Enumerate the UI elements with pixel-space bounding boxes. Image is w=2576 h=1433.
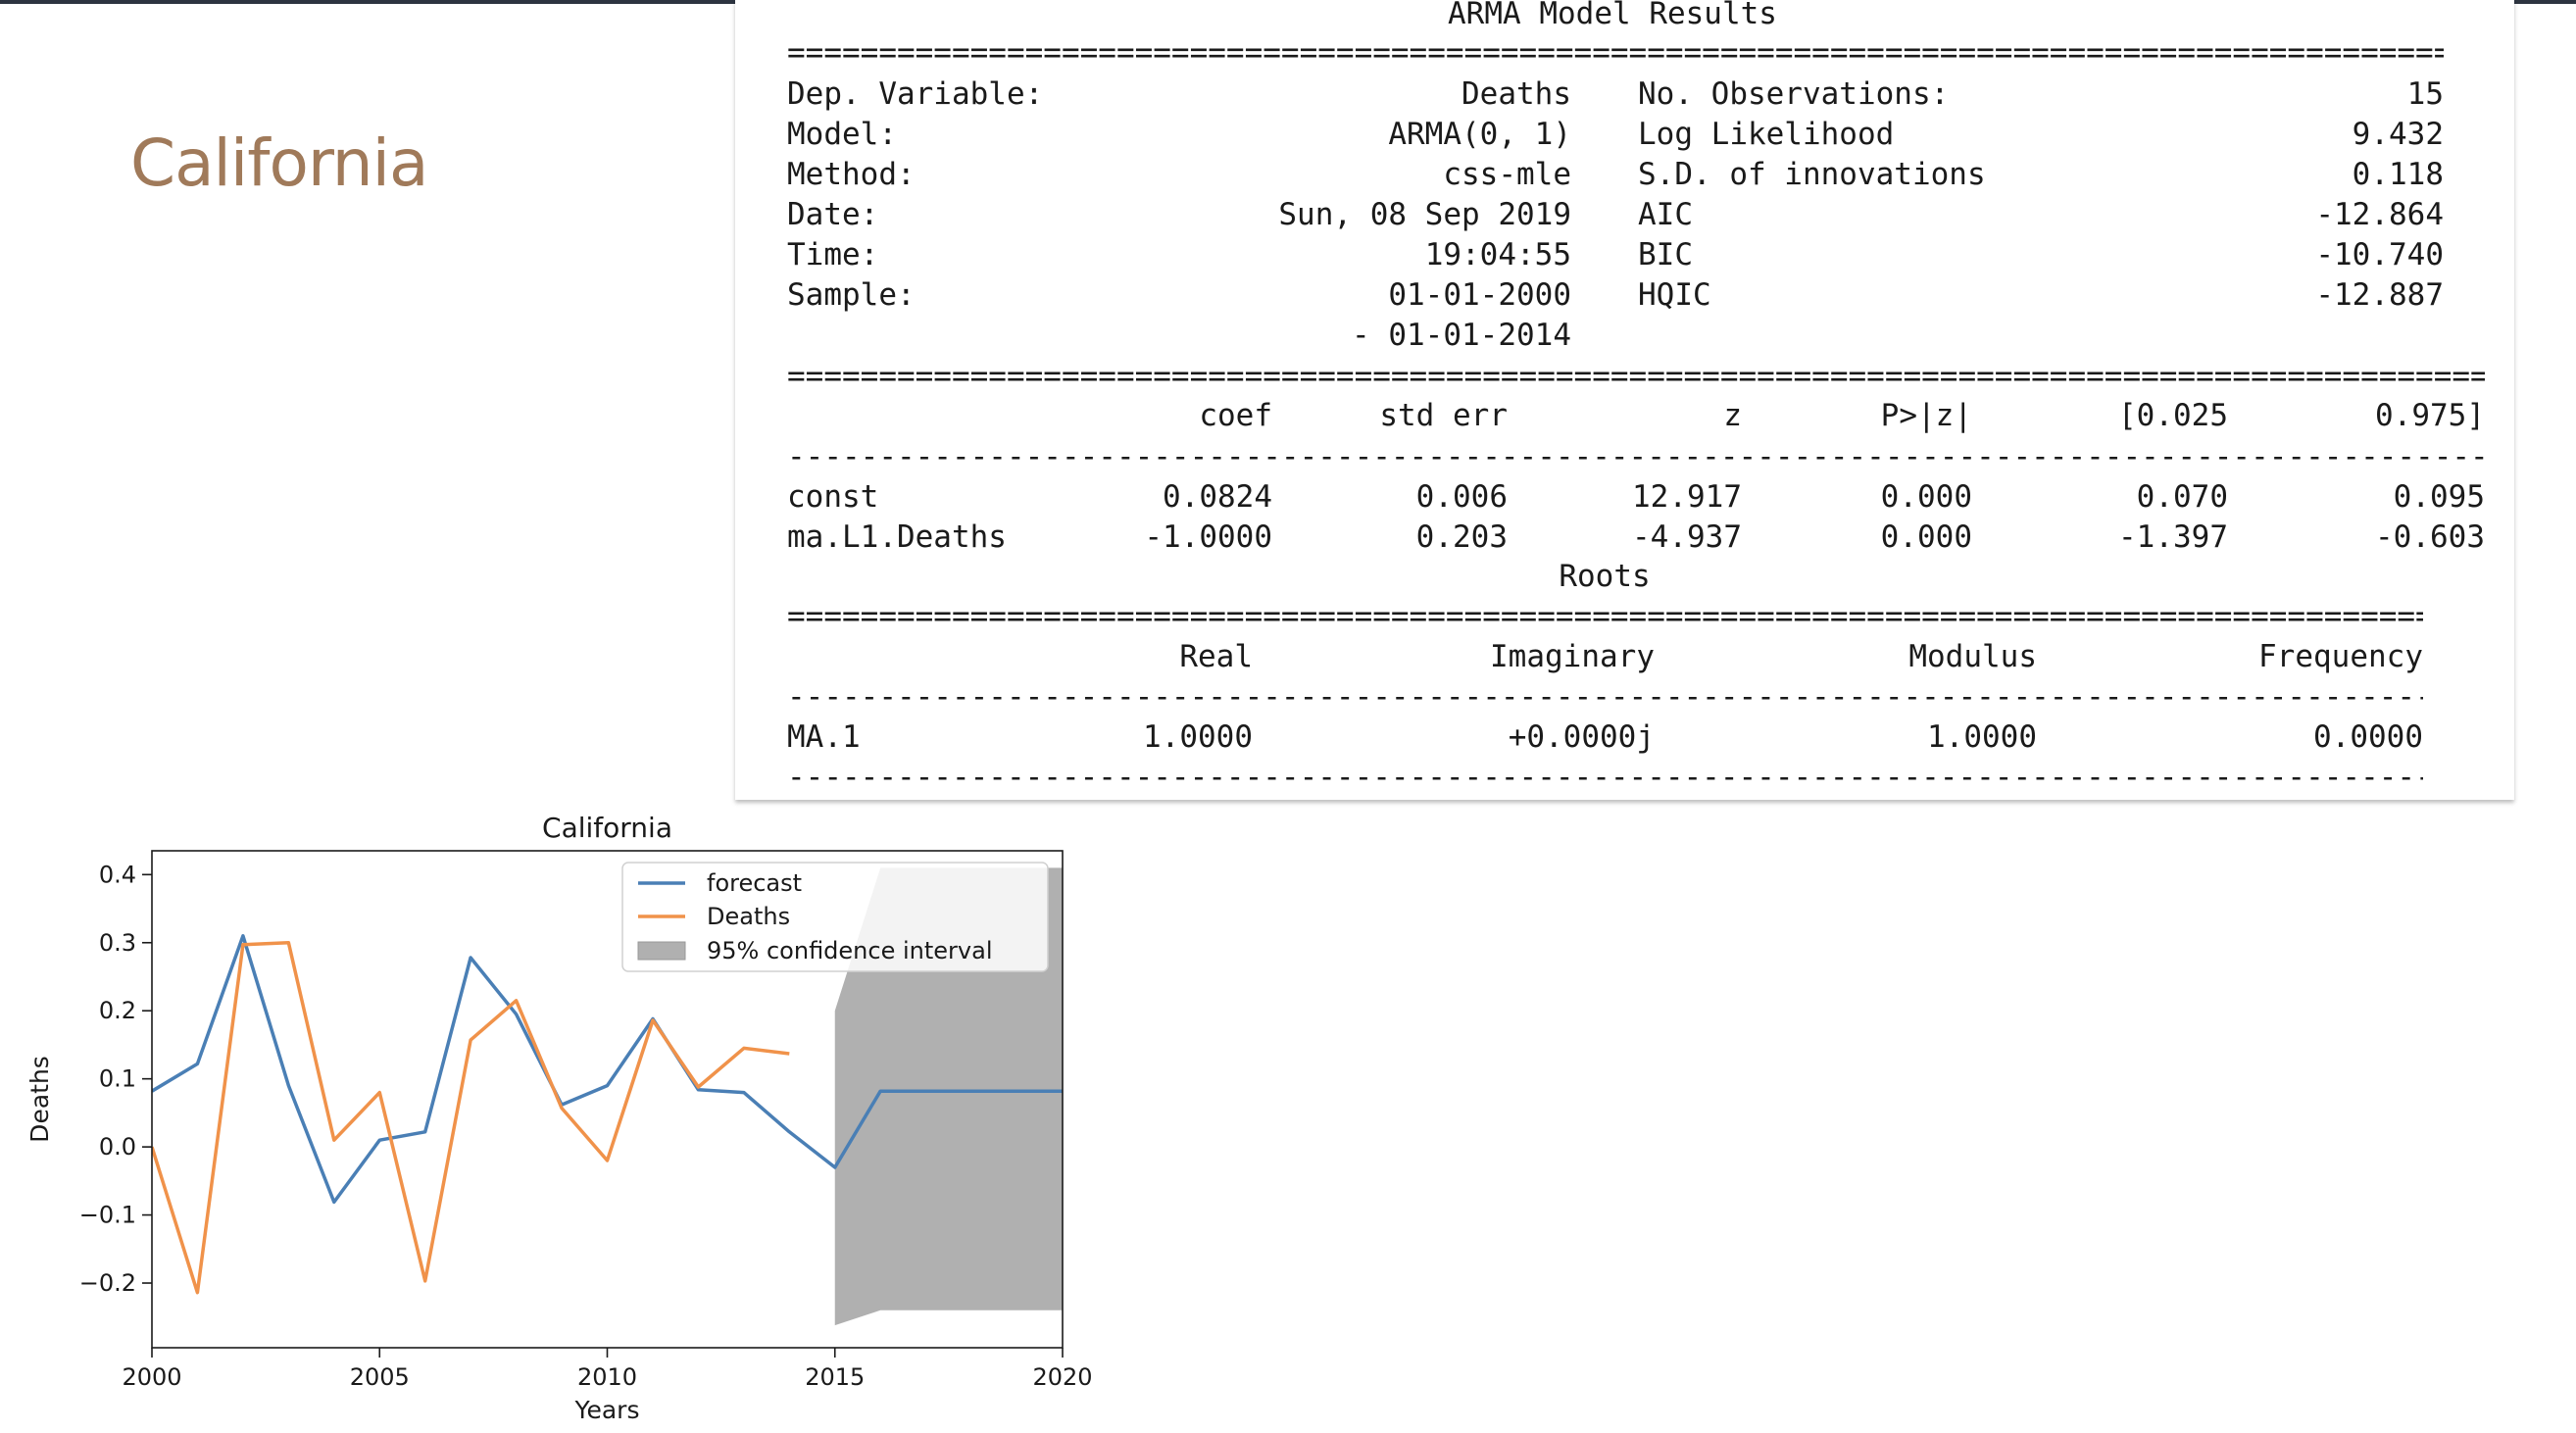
y-tick-label: 0.4 [99,861,136,888]
roots-cell: 1.0000 [1143,719,1253,755]
x-tick-label: 2010 [577,1363,637,1391]
y-tick-label: 0.3 [99,929,136,957]
coef-header: P>|z| [1880,398,1972,433]
info-label: Time: [787,237,879,272]
roots-header: Modulus [1908,639,2037,674]
coef-cell: -4.937 [1632,519,1742,555]
info-label: Dep. Variable: [787,76,1044,112]
info-label: Sample: [787,277,916,313]
legend-label: forecast [707,869,802,897]
rule-single: ----------------------------------------… [787,760,2423,795]
roots-cell: 0.0000 [2313,719,2423,755]
info-label: Date: [787,197,879,232]
info-label-2: S.D. of innovations [1638,157,1986,192]
y-tick-label: 0.2 [99,997,136,1024]
info-label-2: No. Observations: [1638,76,1950,112]
legend-label: 95% confidence interval [707,937,992,964]
chart-title: California [542,812,672,844]
legend-label: Deaths [707,903,790,930]
x-axis-label: Years [574,1396,640,1424]
forecast-chart: 0.4 0.3 0.2 0.1 0.0 −0.1 −0.2 2000 2005 2010 2015 2… [25,812,1093,1424]
coef-cell: 12.917 [1632,479,1742,515]
coef-row-name: const [787,479,879,515]
slide-title: California [130,125,428,201]
info-label-2: Log Likelihood [1638,117,1895,152]
info-label-2: BIC [1638,237,1693,272]
coef-header: coef [1199,398,1272,433]
info-value-2: -12.864 [2315,197,2444,232]
legend-swatch-confidence [637,941,686,961]
info-label-2: AIC [1638,197,1693,232]
coef-cell: 0.203 [1415,519,1508,555]
coef-cell: 0.0824 [1163,479,1272,515]
coef-cell: -0.603 [2375,519,2485,555]
x-tick-label: 2005 [350,1363,410,1391]
y-tick-label: −0.2 [79,1269,136,1297]
x-tick-label: 2000 [122,1363,181,1391]
info-label: Model: [787,117,897,152]
y-tick-label: −0.1 [79,1202,136,1229]
roots-cell: 1.0000 [1927,719,2037,755]
rule-double: ========================================… [787,599,2423,634]
coef-cell: -1.397 [2118,519,2228,555]
coef-cell: -1.0000 [1144,519,1272,555]
roots-header: Real [1179,639,1253,674]
roots-title: Roots [1559,559,1651,594]
info-value: Deaths [1461,76,1571,112]
rule-single: ----------------------------------------… [787,679,2423,715]
coef-header: std err [1379,398,1508,433]
info-value-2: 9.432 [2352,117,2444,152]
coef-cell: 0.000 [1880,479,1972,515]
info-value-2: -12.887 [2315,277,2444,313]
info-value: ARMA(0, 1) [1388,117,1571,152]
coef-header: z [1723,398,1742,433]
coef-cell: 0.095 [2393,479,2485,515]
coef-cell: 0.006 [1415,479,1508,515]
rule-double: ========================================… [787,359,2485,394]
coef-cell: 0.070 [2136,479,2228,515]
info-value-2: -10.740 [2315,237,2444,272]
roots-row-name: MA.1 [787,719,861,755]
coef-header: 0.975] [2375,398,2485,433]
roots-cell: +0.0000j [1508,719,1655,755]
arma-summary-text: ARMA Model Results ======================… [735,0,2514,800]
coef-cell: 0.000 [1880,519,1972,555]
coef-row-name: ma.L1.Deaths [787,519,1007,555]
info-label: Method: [787,157,916,192]
info-value: css-mle [1443,157,1571,192]
deaths-line [152,941,790,1295]
y-tick-label: 0.0 [99,1133,136,1161]
summary-title: ARMA Model Results [1448,0,1777,31]
info-value: 19:04:55 [1424,237,1571,272]
info-value-2: 15 [2406,76,2444,112]
rule-single: ----------------------------------------… [787,439,2485,474]
x-tick-label: 2015 [805,1363,865,1391]
roots-header: Frequency [2258,639,2423,674]
roots-header: Imaginary [1490,639,1655,674]
arma-summary-panel: ARMA Model Results ======================… [735,0,2514,800]
info-label-2: HQIC [1638,277,1711,313]
y-axis-label: Deaths [25,1056,54,1143]
x-tick-label: 2020 [1032,1363,1092,1391]
y-tick-label: 0.1 [99,1065,136,1093]
rule-double: ========================================… [787,35,2444,71]
info-value: Sun, 08 Sep 2019 [1278,197,1571,232]
coef-header: [0.025 [2118,398,2228,433]
info-value: 01-01-2000 [1388,277,1571,313]
info-value: - 01-01-2014 [1352,318,1571,353]
info-value-2: 0.118 [2352,157,2444,192]
